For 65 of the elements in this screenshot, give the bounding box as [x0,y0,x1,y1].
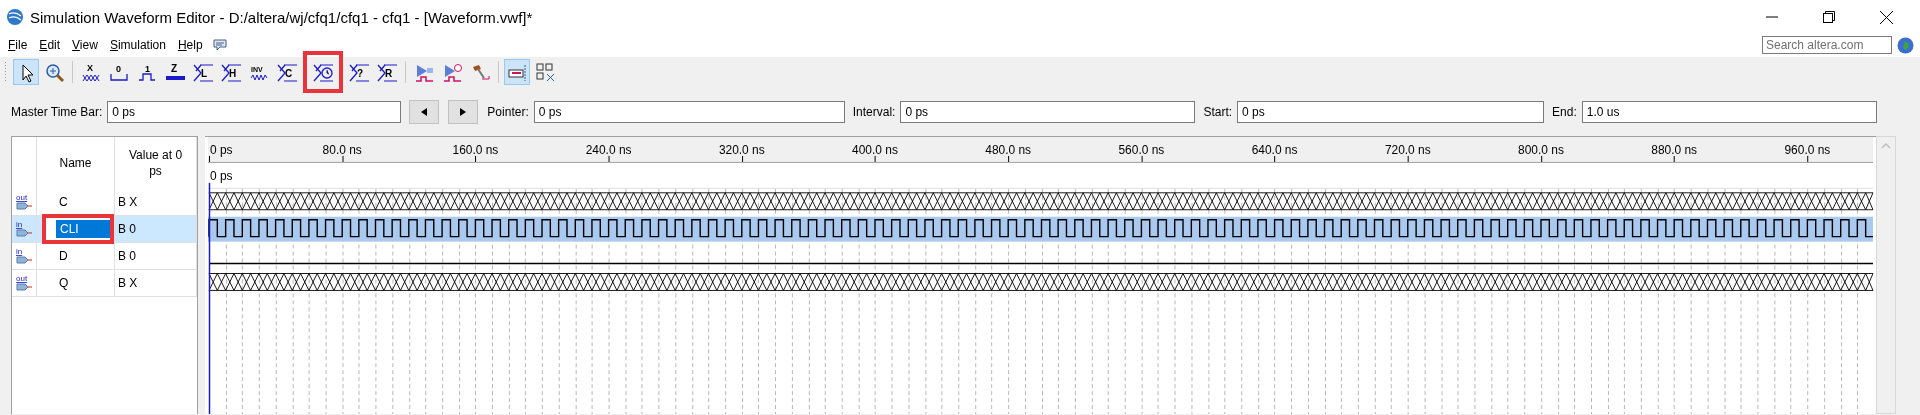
tick-label: 480.0 ns [985,142,1032,157]
tick-label: 640.0 ns [1251,142,1298,157]
signal-name[interactable]: D [59,249,68,263]
field-label: Interval: [852,105,896,119]
time-field[interactable]: 0 ps [900,101,1196,123]
time-field[interactable]: 1.0 us [1581,101,1877,123]
field-label: Pointer: [487,105,529,119]
menu-item[interactable]: Edit [33,38,67,52]
speech-bubble-icon[interactable] [212,38,227,52]
tick-label: 80.0 ns [322,142,362,157]
tick-label: 960.0 ns [1784,142,1831,157]
tick-mark [1807,155,1809,163]
signal-value: B X [118,276,138,290]
tick-mark [1274,155,1276,163]
column-header: Value at 0 ps [127,147,184,179]
signal-name[interactable]: C [59,195,68,209]
snap-to-grid-icon[interactable] [504,59,530,85]
signal-value: B 0 [118,249,136,263]
tick-label: 720.0 ns [1384,142,1431,157]
tick-mark [742,155,744,163]
tick-mark [1541,155,1543,163]
tick-mark [608,155,610,163]
column-header: Name [59,156,92,170]
menu-item[interactable]: Help [171,38,209,52]
tick-mark [874,155,876,163]
pointer-icon[interactable] [13,59,39,85]
search-field[interactable]: Search altera.com [1762,36,1892,54]
tick-label: 240.0 ns [585,142,632,157]
tick-label: 880.0 ns [1651,142,1698,157]
tick-mark [1008,155,1010,163]
right-triangle-icon [460,108,467,116]
menu-item[interactable]: File [2,38,34,52]
app-logo-icon [6,8,24,26]
window-title: Simulation Waveform Editor - D:/altera/wj/cfq1/cfq1 - cfq1 - [Waveform.vwf]* [30,8,534,26]
tick-mark [209,155,210,163]
tick-mark [475,155,477,163]
tick-label: 0 ps [210,142,233,157]
menu-item[interactable]: Simulation [103,38,172,52]
signal-name[interactable]: Q [59,276,69,290]
signal-name[interactable]: CLI [56,220,110,238]
menu-item[interactable]: View [66,38,104,52]
previous-button[interactable] [409,100,440,124]
pointer-label: 0 ps [210,168,233,183]
time-field[interactable]: 0 ps [1237,101,1545,123]
field-label: Start: [1203,105,1233,119]
tick-label: 400.0 ns [852,142,898,157]
field-label: End: [1552,105,1577,119]
time-field[interactable]: 0 ps [107,101,402,123]
signal-value: B 0 [118,222,136,236]
signal-value: B X [118,195,138,209]
field-label: Master Time Bar: [11,105,103,119]
globe-icon[interactable] [1897,36,1914,54]
left-triangle-icon [421,108,428,116]
vertical-scrollbar[interactable] [1876,136,1896,414]
time-cursor[interactable] [208,182,211,414]
time-field[interactable]: 0 ps [533,101,845,123]
next-button[interactable] [448,100,479,124]
tick-label: 160.0 ns [452,142,499,157]
tick-label: 320.0 ns [718,142,765,157]
tick-mark [342,155,344,163]
tick-mark [1407,155,1409,163]
tick-mark [1673,155,1675,163]
tick-mark [1141,155,1143,163]
tick-label: 800.0 ns [1518,142,1564,157]
tick-label: 560.0 ns [1118,142,1165,157]
